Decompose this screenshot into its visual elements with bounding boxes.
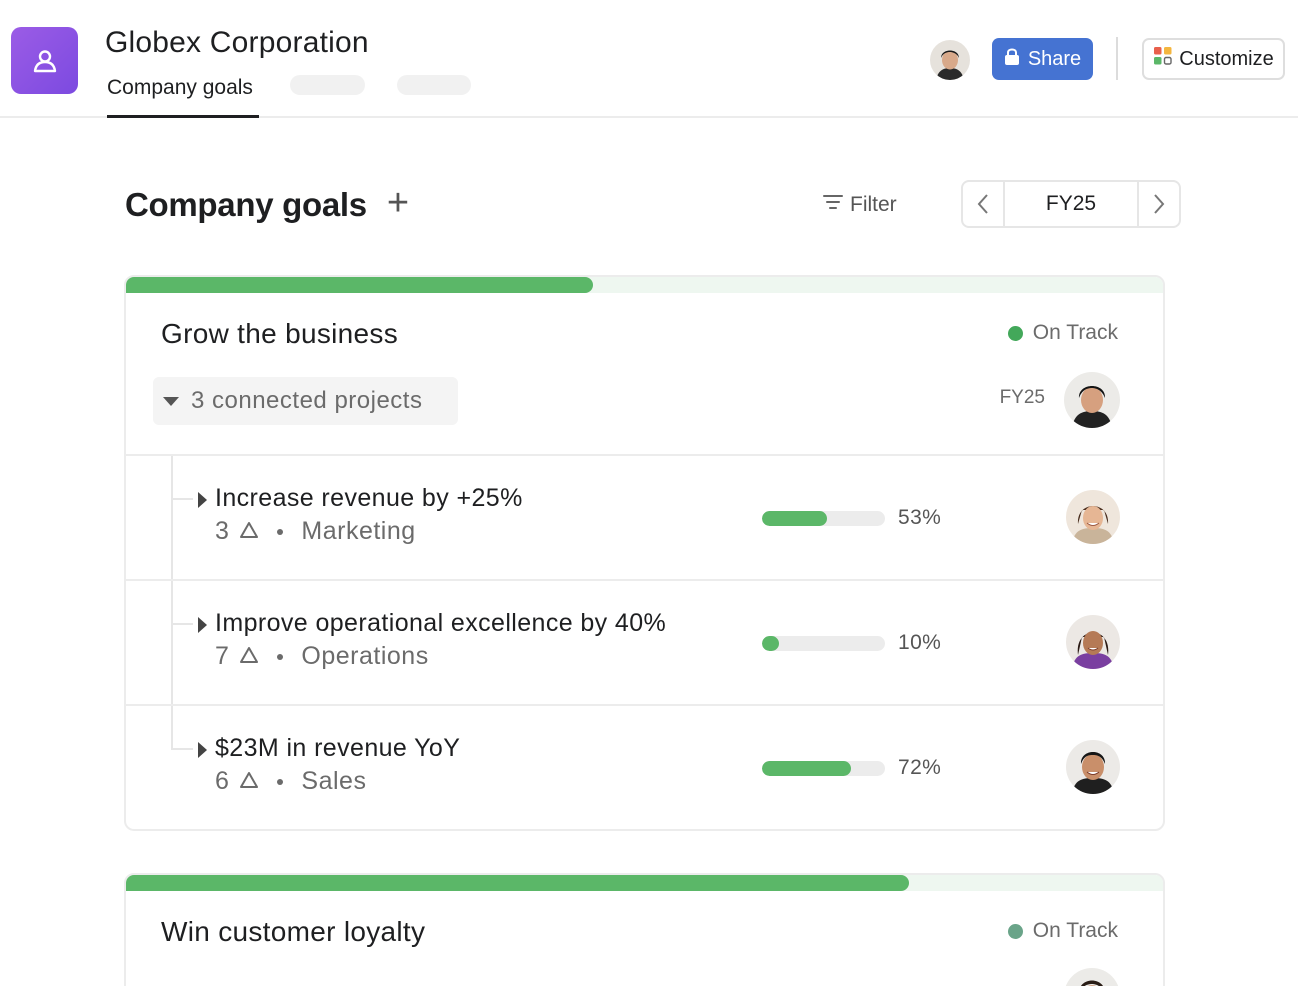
subgoal-meta: 6 Sales (215, 767, 366, 796)
bell-icon (239, 767, 259, 796)
subgoal-progress-fill (762, 511, 828, 526)
goal-card[interactable]: Grow the business On Track 3 connected p… (124, 275, 1165, 831)
connected-projects-toggle[interactable]: 3 connected projects (153, 377, 458, 425)
separator-dot (277, 653, 284, 660)
subgoal-meta: 3 Marketing (215, 517, 416, 546)
subgoal-progress-percent: 72% (898, 756, 942, 779)
chevron-left-icon (977, 194, 988, 214)
subgoal-progress-fill (762, 761, 851, 776)
team-icon[interactable] (11, 27, 78, 94)
subgoal-progress-percent: 10% (898, 631, 942, 654)
add-goal-button[interactable]: + (383, 184, 413, 222)
subgoal-row[interactable]: $23M in revenue YoY 6 Sales 72% (126, 704, 1163, 829)
caret-right-icon[interactable] (198, 617, 207, 633)
status-label: On Track (1032, 919, 1118, 942)
goal-progress-fill (126, 875, 909, 891)
share-label: Share (1027, 47, 1082, 70)
team-name: Sales (301, 767, 367, 795)
connected-projects-label: 3 connected projects (191, 387, 423, 414)
header-divider (1116, 37, 1118, 80)
caret-down-icon (163, 396, 179, 406)
previous-period-button[interactable] (963, 182, 1005, 226)
subgoal-row[interactable]: Improve operational excellence by 40% 7 … (126, 579, 1163, 704)
customize-label: Customize (1179, 47, 1274, 70)
project-count: 6 (215, 767, 230, 795)
subgoal-owner-avatar[interactable] (1066, 615, 1120, 669)
tab-placeholder[interactable] (290, 75, 365, 95)
tab-placeholder[interactable] (397, 75, 471, 95)
org-name: Globex Corporation (105, 26, 369, 59)
project-count: 7 (215, 642, 230, 670)
goal-owner-avatar[interactable] (1064, 968, 1120, 986)
team-name: Marketing (301, 517, 416, 545)
status-dot (1007, 923, 1023, 939)
subgoal-progress-bar (762, 636, 885, 651)
filter-button[interactable]: Filter (822, 190, 897, 220)
separator-dot (277, 528, 284, 535)
goal-status: On Track (1007, 321, 1118, 345)
subgoal-progress-percent: 53% (898, 506, 942, 529)
goal-progress-bar (126, 277, 1163, 293)
caret-right-icon[interactable] (198, 492, 207, 508)
app-header: Globex Corporation Company goals Share C… (0, 0, 1298, 118)
goal-period: FY25 (999, 387, 1045, 408)
bell-icon (239, 517, 259, 546)
goal-progress-fill (126, 277, 593, 293)
status-label: On Track (1032, 321, 1118, 344)
goal-title[interactable]: Grow the business (161, 318, 398, 350)
goal-status: On Track (1007, 919, 1118, 943)
subgoal-title[interactable]: Increase revenue by +25% (215, 484, 523, 513)
caret-right-icon[interactable] (198, 742, 207, 758)
subgoal-progress-fill (762, 636, 780, 651)
subgoal-progress-bar (762, 511, 885, 526)
subgoal-meta: 7 Operations (215, 642, 429, 671)
chevron-right-icon (1154, 194, 1165, 214)
status-dot (1007, 325, 1023, 341)
grid-icon (1153, 46, 1173, 72)
bell-icon (239, 642, 259, 671)
filter-label: Filter (850, 193, 897, 216)
subgoal-progress-bar (762, 761, 885, 776)
subgoal-owner-avatar[interactable] (1066, 490, 1120, 544)
separator-dot (277, 778, 284, 785)
goal-title[interactable]: Win customer loyalty (161, 916, 425, 948)
subgoal-list: Increase revenue by +25% 3 Marketing 53% (126, 454, 1163, 829)
active-tab-indicator (107, 115, 259, 118)
share-button[interactable]: Share (992, 38, 1093, 80)
filter-icon (822, 193, 844, 217)
subgoal-title[interactable]: $23M in revenue YoY (215, 734, 460, 763)
lock-icon (1004, 47, 1020, 71)
subgoal-row[interactable]: Increase revenue by +25% 3 Marketing 53% (126, 454, 1163, 579)
project-count: 3 (215, 517, 230, 545)
current-user-avatar[interactable] (930, 40, 970, 80)
customize-button[interactable]: Customize (1142, 38, 1285, 80)
team-name: Operations (301, 642, 429, 670)
period-navigator: FY25 (961, 180, 1181, 228)
subgoal-owner-avatar[interactable] (1066, 740, 1120, 794)
next-period-button[interactable] (1137, 182, 1179, 226)
goal-card[interactable]: Win customer loyalty On Track (124, 873, 1165, 986)
page-title: Company goals (125, 186, 367, 223)
subgoal-title[interactable]: Improve operational excellence by 40% (215, 609, 666, 638)
tab-company-goals[interactable]: Company goals (107, 76, 253, 100)
goal-owner-avatar[interactable] (1064, 372, 1120, 428)
goal-progress-bar (126, 875, 1163, 891)
period-label[interactable]: FY25 (1005, 182, 1137, 226)
